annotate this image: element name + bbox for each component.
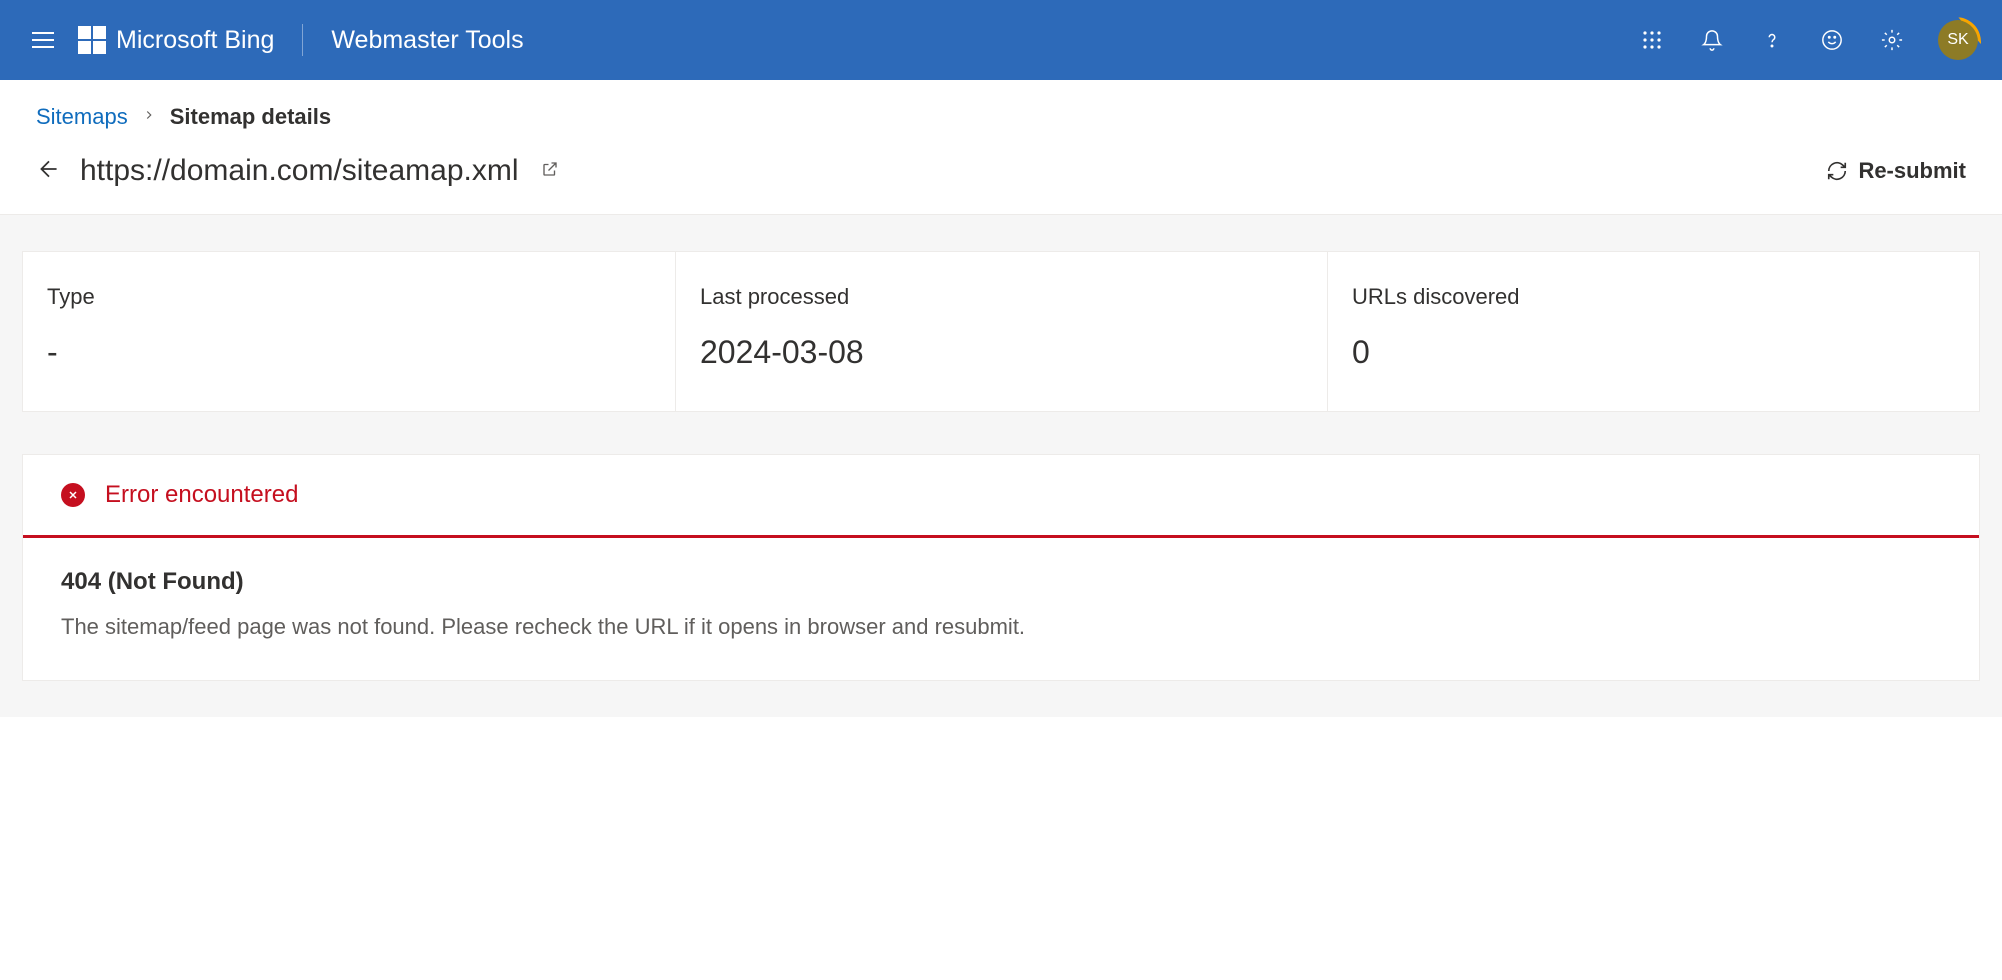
stat-label: Last processed: [700, 284, 1303, 310]
content-area: Type - Last processed 2024-03-08 URLs di…: [0, 215, 2002, 717]
refresh-icon: [1826, 160, 1848, 182]
brand-section[interactable]: Microsoft Bing Webmaster Tools: [78, 24, 524, 56]
stat-label: Type: [47, 284, 651, 310]
microsoft-logo-icon: [78, 26, 106, 54]
stat-label: URLs discovered: [1352, 284, 1955, 310]
brand-name: Microsoft Bing: [116, 26, 274, 55]
breadcrumb-parent-link[interactable]: Sitemaps: [36, 104, 128, 130]
page-title-row: https://domain.com/siteamap.xml Re-submi…: [0, 146, 2002, 215]
breadcrumb: Sitemaps Sitemap details: [0, 80, 2002, 146]
user-avatar[interactable]: SK: [1938, 20, 1978, 60]
stat-last-processed: Last processed 2024-03-08: [675, 252, 1327, 411]
tool-name: Webmaster Tools: [331, 26, 523, 55]
divider: [302, 24, 303, 56]
help-icon[interactable]: [1758, 26, 1786, 54]
stats-row: Type - Last processed 2024-03-08 URLs di…: [22, 251, 1980, 412]
error-icon: [61, 483, 85, 507]
app-header: Microsoft Bing Webmaster Tools: [0, 0, 2002, 80]
resubmit-button[interactable]: Re-submit: [1826, 158, 1966, 184]
notifications-icon[interactable]: [1698, 26, 1726, 54]
error-header: Error encountered: [23, 455, 1979, 538]
stat-urls-discovered: URLs discovered 0: [1327, 252, 1979, 411]
feedback-icon[interactable]: [1818, 26, 1846, 54]
stat-type: Type -: [23, 252, 675, 411]
stat-value: 0: [1352, 334, 1955, 371]
error-code: 404 (Not Found): [61, 568, 1941, 596]
stat-value: 2024-03-08: [700, 334, 1303, 371]
settings-icon[interactable]: [1878, 26, 1906, 54]
hamburger-menu-icon[interactable]: [24, 24, 62, 56]
header-actions: SK: [1638, 20, 1978, 60]
avatar-initials: SK: [1947, 31, 1968, 49]
breadcrumb-current: Sitemap details: [170, 104, 331, 130]
apps-icon[interactable]: [1638, 26, 1666, 54]
error-title: Error encountered: [105, 481, 298, 509]
external-link-icon[interactable]: [541, 160, 559, 183]
resubmit-label: Re-submit: [1858, 158, 1966, 184]
page-title: https://domain.com/siteamap.xml: [80, 154, 519, 188]
chevron-right-icon: [142, 108, 156, 127]
error-body: 404 (Not Found) The sitemap/feed page wa…: [23, 538, 1979, 680]
error-description: The sitemap/feed page was not found. Ple…: [61, 614, 1941, 640]
back-arrow-icon[interactable]: [36, 156, 62, 187]
error-panel: Error encountered 404 (Not Found) The si…: [22, 454, 1980, 681]
stat-value: -: [47, 334, 651, 371]
